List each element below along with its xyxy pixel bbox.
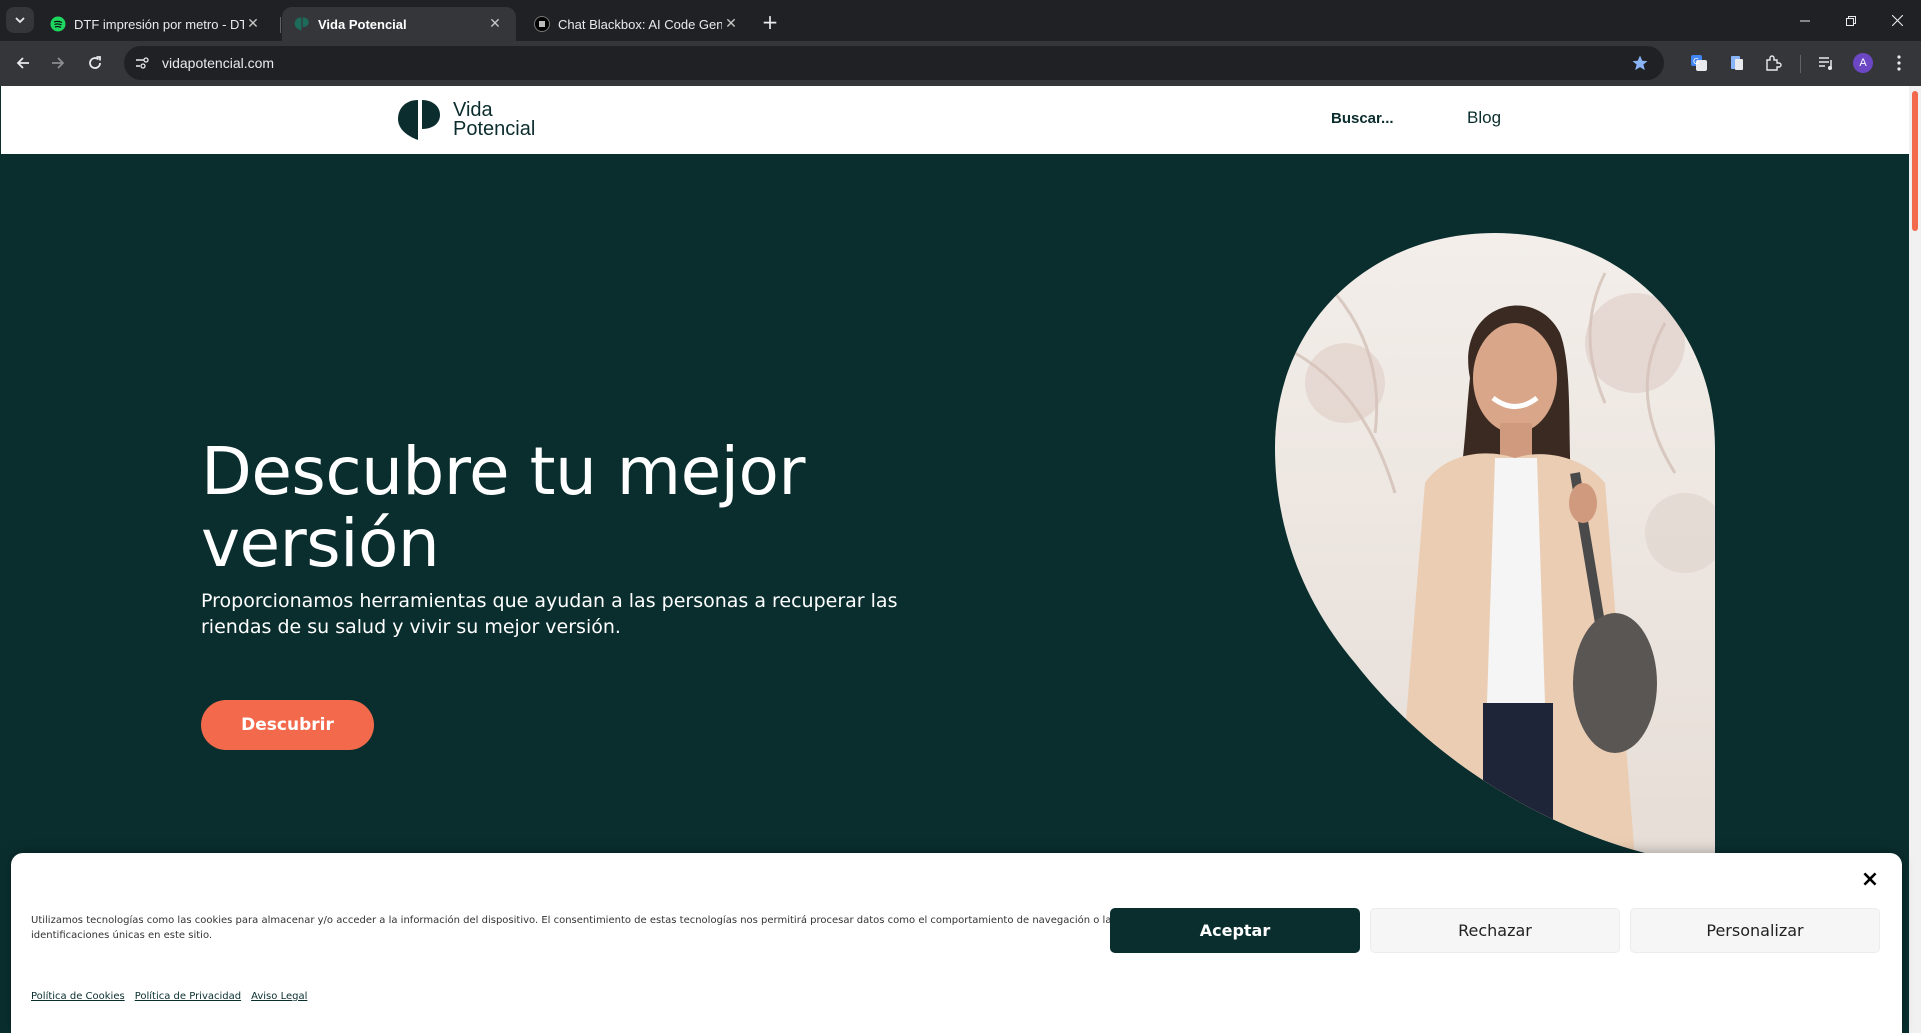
back-arrow-icon[interactable] — [7, 47, 39, 79]
profile-initial: A — [1859, 57, 1867, 69]
tab-title: Chat Blackbox: AI Code Generat — [558, 16, 722, 32]
page-scrollbar[interactable] — [1909, 86, 1921, 1033]
hero-photo-woman — [1275, 233, 1715, 858]
vida-potencial-logo-icon — [294, 16, 310, 32]
tab-title: Vida Potencial — [318, 16, 407, 32]
browser-toolbar: vidapotencial.com G A — [0, 41, 1921, 86]
translate-icon[interactable]: G — [1685, 49, 1713, 77]
scrollbar-thumb[interactable] — [1912, 91, 1918, 231]
chevron-down-icon — [15, 17, 25, 24]
minimize-icon[interactable] — [1782, 0, 1828, 41]
tab-title: DTF impresión por metro - DTF — [74, 16, 244, 32]
legal-notice-link[interactable]: Aviso Legal — [251, 991, 307, 1002]
customize-button[interactable]: Personalizar — [1630, 908, 1880, 953]
media-controls-icon[interactable] — [1812, 49, 1840, 77]
tab-blackbox[interactable]: Chat Blackbox: AI Code Generat ✕ — [522, 7, 752, 41]
logo-text: Vida Potencial — [453, 100, 536, 140]
site-header: Vida Potencial Buscar... Blog — [0, 86, 1909, 154]
bookmark-star-icon[interactable] — [1628, 51, 1652, 75]
nav-blog-link[interactable]: Blog — [1467, 108, 1501, 128]
hero-subtitle: Proporcionamos herramientas que ayudan a… — [201, 590, 898, 638]
privacy-policy-link[interactable]: Política de Privacidad — [135, 991, 241, 1002]
url-text: vidapotencial.com — [162, 55, 275, 71]
new-tab-button[interactable]: + — [757, 9, 783, 35]
close-window-icon[interactable] — [1874, 0, 1920, 41]
accept-button[interactable]: Aceptar — [1110, 908, 1360, 953]
extension-icon[interactable] — [1723, 49, 1751, 77]
forward-arrow-icon[interactable] — [42, 47, 74, 79]
logo-line-2: Potencial — [453, 118, 536, 140]
tab-search-button[interactable] — [6, 7, 34, 33]
address-bar[interactable]: vidapotencial.com — [124, 46, 1664, 80]
reload-icon[interactable] — [79, 47, 111, 79]
nav-search-link[interactable]: Buscar... — [1331, 110, 1394, 127]
close-tab-icon[interactable]: ✕ — [486, 15, 504, 33]
profile-avatar[interactable]: A — [1849, 49, 1877, 77]
hero-title: Descubre tu mejor versión — [201, 433, 806, 582]
close-tab-icon[interactable]: ✕ — [244, 15, 262, 33]
more-menu-icon[interactable] — [1885, 49, 1913, 77]
vida-potencial-logo-icon — [398, 100, 440, 140]
svg-text:G: G — [1693, 57, 1699, 66]
close-tab-icon[interactable]: ✕ — [722, 15, 740, 33]
spotify-like-green-icon — [50, 16, 66, 32]
site-logo[interactable]: Vida Potencial — [396, 98, 535, 142]
blackbox-icon — [534, 16, 550, 32]
cookie-banner: × Utilizamos tecnologías como las cookie… — [11, 853, 1902, 1033]
tab-vida-potencial[interactable]: Vida Potencial ✕ — [282, 7, 516, 41]
cookie-policy-link[interactable]: Política de Cookies — [31, 991, 125, 1002]
reject-button[interactable]: Rechazar — [1370, 908, 1620, 953]
cookie-text: Utilizamos tecnologías como las cookies … — [31, 915, 1117, 941]
tab-dtf[interactable]: DTF impresión por metro - DTF ✕ — [38, 7, 274, 41]
page-viewport: Vida Potencial Buscar... Blog Descubre t… — [0, 86, 1921, 1033]
cookie-links: Política de Cookies Política de Privacid… — [31, 991, 307, 1002]
extensions-puzzle-icon[interactable] — [1759, 49, 1787, 77]
close-icon[interactable]: × — [1858, 867, 1882, 892]
discover-button[interactable]: Descubrir — [201, 700, 374, 750]
site-settings-icon[interactable] — [128, 49, 156, 77]
browser-tabstrip: DTF impresión por metro - DTF ✕ Vida Pot… — [0, 0, 1921, 41]
restore-icon[interactable] — [1828, 0, 1874, 41]
